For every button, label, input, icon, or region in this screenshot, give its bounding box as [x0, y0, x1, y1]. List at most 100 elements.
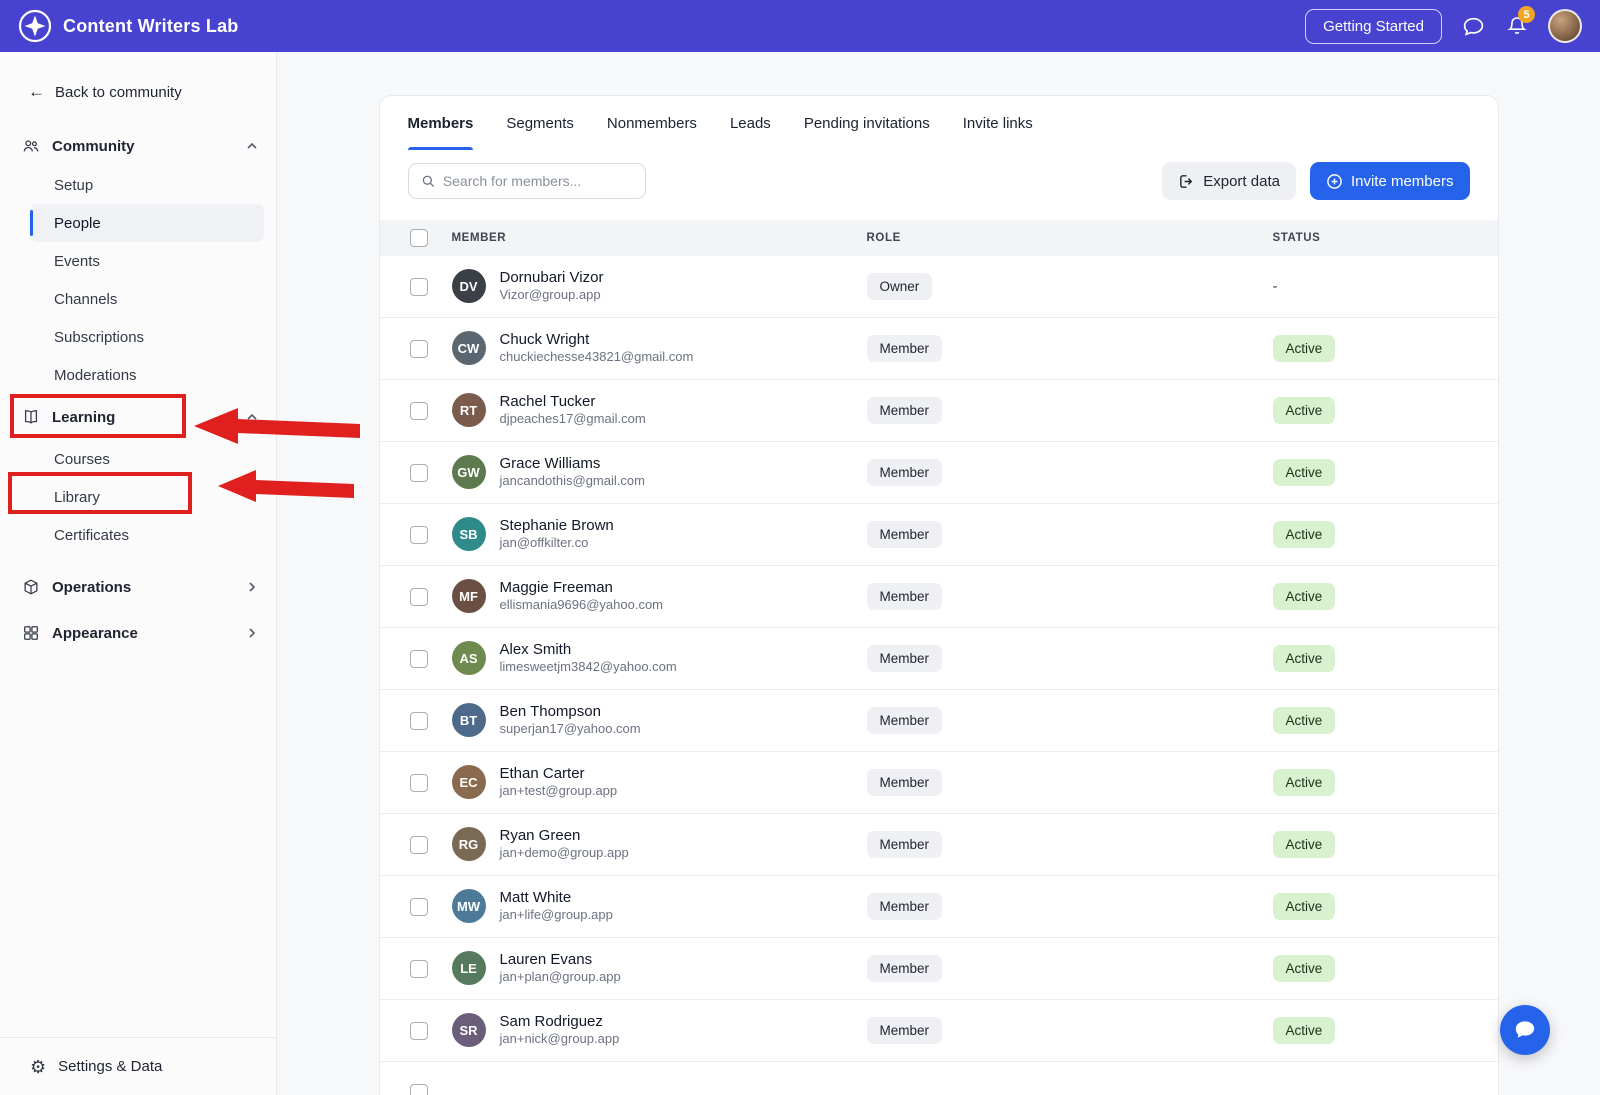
role-badge: Member [867, 645, 943, 672]
notifications-button[interactable]: 5 [1504, 13, 1530, 39]
status-badge: Active [1273, 645, 1336, 672]
table-row: RGRyan Greenjan+demo@group.appMemberActi… [380, 814, 1498, 876]
row-checkbox[interactable] [410, 1084, 428, 1095]
sidebar-item-people[interactable]: People [30, 204, 264, 242]
row-checkbox[interactable] [410, 712, 428, 730]
annotation-box-library [8, 472, 192, 514]
row-checkbox[interactable] [410, 960, 428, 978]
row-checkbox[interactable] [410, 836, 428, 854]
member-email: djpeaches17@gmail.com [500, 411, 646, 428]
member-email: limesweetjm3842@yahoo.com [500, 659, 677, 676]
plus-circle-icon [1326, 173, 1343, 190]
member-email: ellismania9696@yahoo.com [500, 597, 664, 614]
tab-nonmembers[interactable]: Nonmembers [607, 96, 697, 150]
main-content: Members Segments Nonmembers Leads Pendin… [277, 52, 1600, 1095]
tab-leads[interactable]: Leads [730, 96, 771, 150]
row-checkbox[interactable] [410, 774, 428, 792]
sidebar-section-label: Appearance [52, 625, 138, 642]
back-to-community-link[interactable]: ← Back to community [0, 78, 276, 106]
table-header-row: Member Role Status [380, 220, 1498, 256]
role-badge: Member [867, 1017, 943, 1044]
member-name: Ben Thompson [500, 703, 641, 722]
role-badge: Member [867, 459, 943, 486]
chat-icon-button[interactable] [1460, 13, 1486, 39]
invite-members-button[interactable]: Invite members [1310, 162, 1470, 200]
table-row: MWMatt Whitejan+life@group.appMemberActi… [380, 876, 1498, 938]
sidebar-nav: Community Setup People Events Channels S… [0, 126, 276, 656]
annotation-box-learning [10, 394, 186, 438]
role-badge: Member [867, 335, 943, 362]
status-badge: Active [1273, 1017, 1336, 1044]
app-logo-group[interactable]: Content Writers Lab [18, 9, 238, 43]
role-badge: Member [867, 893, 943, 920]
member-email: jancandothis@gmail.com [500, 473, 645, 490]
member-avatar: AS [452, 641, 486, 675]
member-name: Chuck Wright [500, 331, 694, 350]
table-row: SRSam Rodriguezjan+nick@group.appMemberA… [380, 1000, 1498, 1062]
sidebar-item-subscriptions[interactable]: Subscriptions [30, 318, 264, 356]
sidebar-item-certificates[interactable]: Certificates [30, 516, 264, 554]
row-checkbox[interactable] [410, 898, 428, 916]
select-all-checkbox[interactable] [410, 229, 428, 247]
tab-invite-links[interactable]: Invite links [963, 96, 1033, 150]
member-search[interactable] [408, 163, 646, 199]
tab-pending-invitations[interactable]: Pending invitations [804, 96, 930, 150]
member-avatar: DV [452, 269, 486, 303]
status-badge: Active [1273, 955, 1336, 982]
status-badge: Active [1273, 335, 1336, 362]
member-avatar: SB [452, 517, 486, 551]
search-icon [421, 173, 435, 189]
sidebar-section-operations[interactable]: Operations [0, 564, 276, 610]
member-email: Vizor@group.app [500, 287, 604, 304]
chat-launcher-button[interactable] [1500, 1005, 1550, 1055]
column-header-role: Role [867, 232, 1273, 244]
member-avatar: CW [452, 331, 486, 365]
member-email: superjan17@yahoo.com [500, 721, 641, 738]
getting-started-button[interactable]: Getting Started [1305, 9, 1442, 44]
member-email: jan+demo@group.app [500, 845, 629, 862]
role-badge: Member [867, 397, 943, 424]
row-checkbox[interactable] [410, 526, 428, 544]
table-row: GWGrace Williamsjancandothis@gmail.comMe… [380, 442, 1498, 504]
sidebar-section-appearance[interactable]: Appearance [0, 610, 276, 656]
status-badge: Active [1273, 707, 1336, 734]
row-checkbox[interactable] [410, 650, 428, 668]
row-checkbox[interactable] [410, 1022, 428, 1040]
chevron-up-icon [246, 140, 258, 152]
row-checkbox[interactable] [410, 340, 428, 358]
community-icon [22, 137, 40, 155]
sidebar-item-setup[interactable]: Setup [30, 166, 264, 204]
user-avatar[interactable] [1548, 9, 1582, 43]
sidebar-item-moderations[interactable]: Moderations [30, 356, 264, 394]
sidebar-item-events[interactable]: Events [30, 242, 264, 280]
export-icon [1178, 173, 1195, 190]
member-avatar: MF [452, 579, 486, 613]
status-badge: Active [1273, 583, 1336, 610]
settings-and-data-link[interactable]: ⚙ Settings & Data [0, 1037, 276, 1095]
export-data-button[interactable]: Export data [1162, 162, 1296, 200]
export-data-label: Export data [1203, 173, 1280, 190]
table-row-partial [380, 1062, 1498, 1095]
tab-segments[interactable]: Segments [506, 96, 574, 150]
status-badge: Active [1273, 831, 1336, 858]
sidebar-item-channels[interactable]: Channels [30, 280, 264, 318]
row-checkbox[interactable] [410, 464, 428, 482]
member-name: Alex Smith [500, 641, 677, 660]
search-input[interactable] [443, 173, 633, 189]
page: Content Writers Lab Getting Started 5 ← [0, 0, 1600, 1095]
notification-count-badge: 5 [1518, 6, 1535, 23]
member-name: Ryan Green [500, 827, 629, 846]
member-name: Lauren Evans [500, 951, 621, 970]
tab-members[interactable]: Members [408, 96, 474, 150]
row-checkbox[interactable] [410, 278, 428, 296]
invite-members-label: Invite members [1351, 173, 1454, 190]
row-checkbox[interactable] [410, 588, 428, 606]
sidebar-section-label: Operations [52, 579, 131, 596]
sidebar-section-community[interactable]: Community [0, 126, 276, 166]
column-header-member: Member [452, 232, 867, 244]
member-name: Stephanie Brown [500, 517, 614, 536]
member-name: Grace Williams [500, 455, 645, 474]
back-link-label: Back to community [55, 84, 182, 101]
row-checkbox[interactable] [410, 402, 428, 420]
role-badge: Member [867, 831, 943, 858]
